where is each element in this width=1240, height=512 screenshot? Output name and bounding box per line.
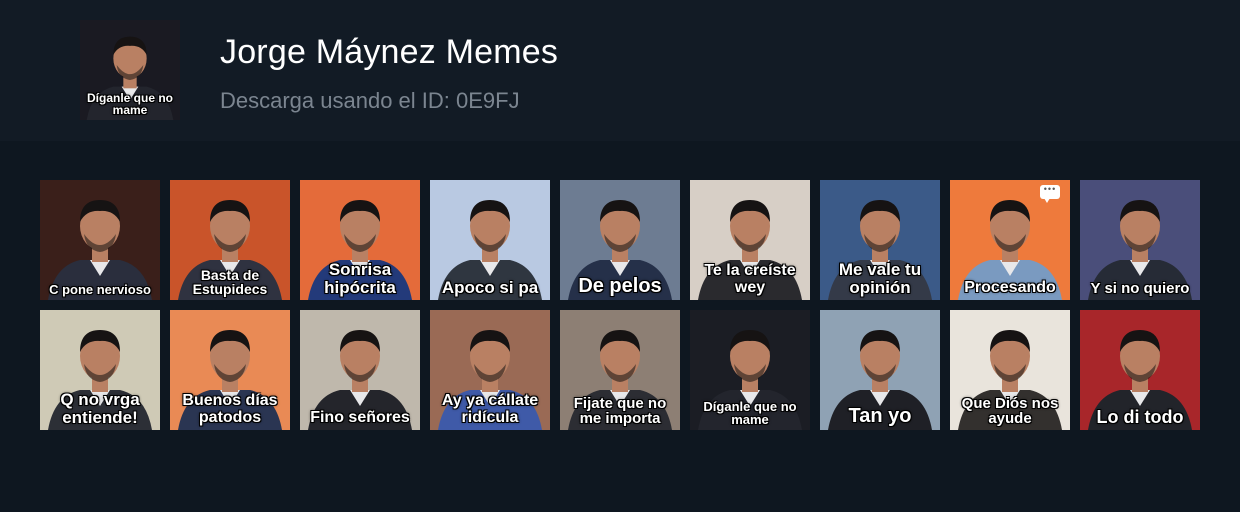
sticker-caption: Tan yo bbox=[848, 405, 912, 427]
sticker-caption: Lo di todo bbox=[1096, 407, 1184, 428]
sticker-caption: Apoco si pa bbox=[441, 278, 539, 298]
sticker-caption: Y si no quiero bbox=[1090, 280, 1190, 298]
sticker-item[interactable]: Tan yo bbox=[820, 310, 940, 430]
sticker-item[interactable]: Díganle que no mame bbox=[690, 310, 810, 430]
sticker-caption: Basta de Estupidecs bbox=[192, 266, 268, 298]
sticker-caption: Sonrisa hipócrita bbox=[324, 260, 396, 298]
sticker-caption: De pelos bbox=[578, 275, 662, 297]
pack-thumbnail[interactable]: Díganle que no mame bbox=[80, 20, 180, 120]
sticker-item[interactable]: Fijate que no me importa bbox=[560, 310, 680, 430]
sticker-item[interactable]: Que Diós nos ayude bbox=[950, 310, 1070, 430]
chat-bubble-icon: ••• bbox=[1040, 185, 1060, 203]
sticker-item[interactable]: Te la creíste wey bbox=[690, 180, 810, 300]
sticker-item[interactable]: Buenos días patodos bbox=[170, 310, 290, 430]
sticker-item[interactable]: Y si no quiero bbox=[1080, 180, 1200, 300]
sticker-item[interactable]: Apoco si pa bbox=[430, 180, 550, 300]
sticker-caption: Fino señores bbox=[310, 409, 410, 427]
sticker-caption: Q no vrga entiende! bbox=[60, 390, 140, 428]
sticker-caption: Buenos días patodos bbox=[182, 392, 278, 427]
sticker-caption: Díganle que no mame bbox=[703, 398, 797, 428]
sticker-caption: Te la creíste wey bbox=[704, 262, 796, 297]
sticker-item[interactable]: C pone nervioso bbox=[40, 180, 160, 300]
sticker-grid: C pone nervioso Basta de Estupidecs Sonris… bbox=[40, 180, 1200, 430]
sticker-item[interactable]: Basta de Estupidecs bbox=[170, 180, 290, 300]
sticker-item[interactable]: Fino señores bbox=[300, 310, 420, 430]
sticker-item[interactable]: Me vale tu opinión bbox=[820, 180, 940, 300]
sticker-caption: Díganle que no mame bbox=[86, 90, 173, 118]
sticker-caption: Procesando bbox=[964, 279, 1056, 297]
pack-title: Jorge Máynez Memes bbox=[220, 33, 559, 71]
sticker-caption: Me vale tu opinión bbox=[838, 260, 922, 298]
sticker-item[interactable]: Sonrisa hipócrita bbox=[300, 180, 420, 300]
pack-header: Díganle que no mame Jorge Máynez Memes D… bbox=[0, 0, 1240, 141]
pack-download-id: Descarga usando el ID: 0E9FJ bbox=[220, 88, 520, 113]
sticker-item[interactable]: Ay ya cállate ridícula bbox=[430, 310, 550, 430]
sticker-item[interactable]: De pelos bbox=[560, 180, 680, 300]
sticker-item[interactable]: Q no vrga entiende! bbox=[40, 310, 160, 430]
sticker-caption: C pone nervioso bbox=[49, 282, 151, 298]
sticker-caption: Que Diós nos ayude bbox=[961, 394, 1059, 428]
pack-thumbnail-sticker[interactable]: Díganle que no mame bbox=[80, 20, 180, 120]
sticker-caption: Fijate que no me importa bbox=[573, 394, 667, 428]
sticker-caption: Ay ya cállate ridícula bbox=[441, 392, 539, 427]
sticker-item[interactable]: ••• Procesando bbox=[950, 180, 1070, 300]
sticker-item[interactable]: Lo di todo bbox=[1080, 310, 1200, 430]
